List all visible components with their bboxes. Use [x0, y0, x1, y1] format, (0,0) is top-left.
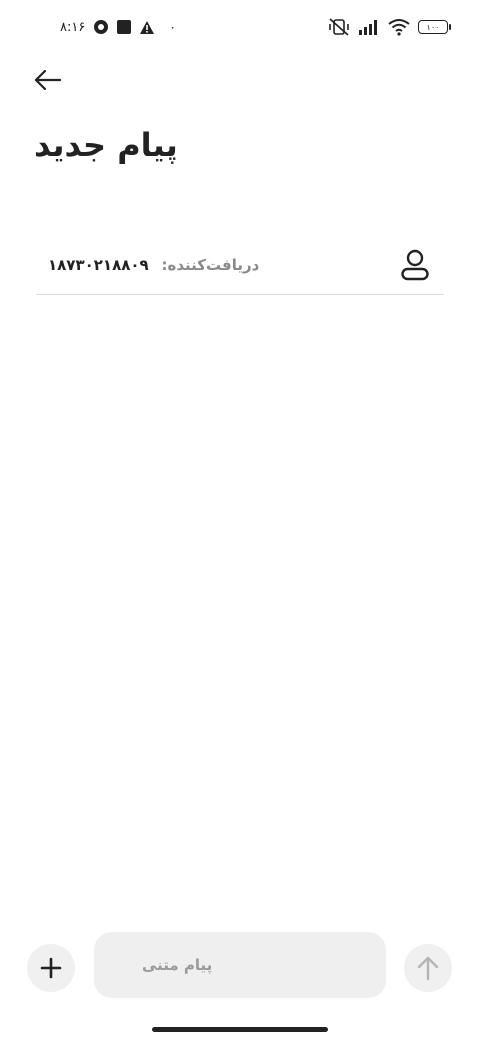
wifi-icon: [388, 19, 410, 36]
status-dot: ۰: [169, 20, 176, 34]
page-title: پیام جدید: [34, 126, 178, 164]
data-saver-icon: [94, 20, 109, 34]
home-indicator[interactable]: [152, 1027, 328, 1032]
message-input[interactable]: پیام متنی: [94, 932, 386, 998]
battery-icon: ۱۰۰: [418, 20, 451, 34]
recipient-field[interactable]: دریافت‌کننده: ۱۸۷۳۰۲۱۸۸۰۹: [36, 238, 444, 295]
arrow-left-icon: [34, 70, 62, 90]
arrow-up-icon: [417, 956, 439, 981]
signal-icon: [359, 20, 377, 35]
back-button[interactable]: [28, 62, 68, 98]
battery-level: ۱۰۰: [426, 22, 440, 32]
status-bar: ۸:۱۶ ۰ ۱۰۰: [0, 0, 480, 52]
recipient-text: دریافت‌کننده: ۱۸۷۳۰۲۱۸۸۰۹: [48, 256, 259, 274]
message-placeholder: پیام متنی: [142, 956, 213, 974]
warning-icon: [140, 20, 155, 34]
composer-bar: پیام متنی: [0, 930, 480, 1006]
plus-icon: [40, 957, 62, 979]
person-icon: [401, 249, 429, 281]
status-bar-right: ۱۰۰: [328, 16, 451, 38]
recipient-value: ۱۸۷۳۰۲۱۸۸۰۹: [48, 256, 149, 274]
send-button[interactable]: [404, 944, 452, 992]
notification-square-icon: [117, 20, 132, 34]
add-attachment-button[interactable]: [27, 944, 75, 992]
status-bar-left: ۸:۱۶ ۰: [60, 17, 176, 37]
status-time: ۸:۱۶: [60, 19, 86, 35]
recipient-label: دریافت‌کننده:: [161, 256, 260, 274]
vibrate-off-icon: [329, 18, 349, 36]
